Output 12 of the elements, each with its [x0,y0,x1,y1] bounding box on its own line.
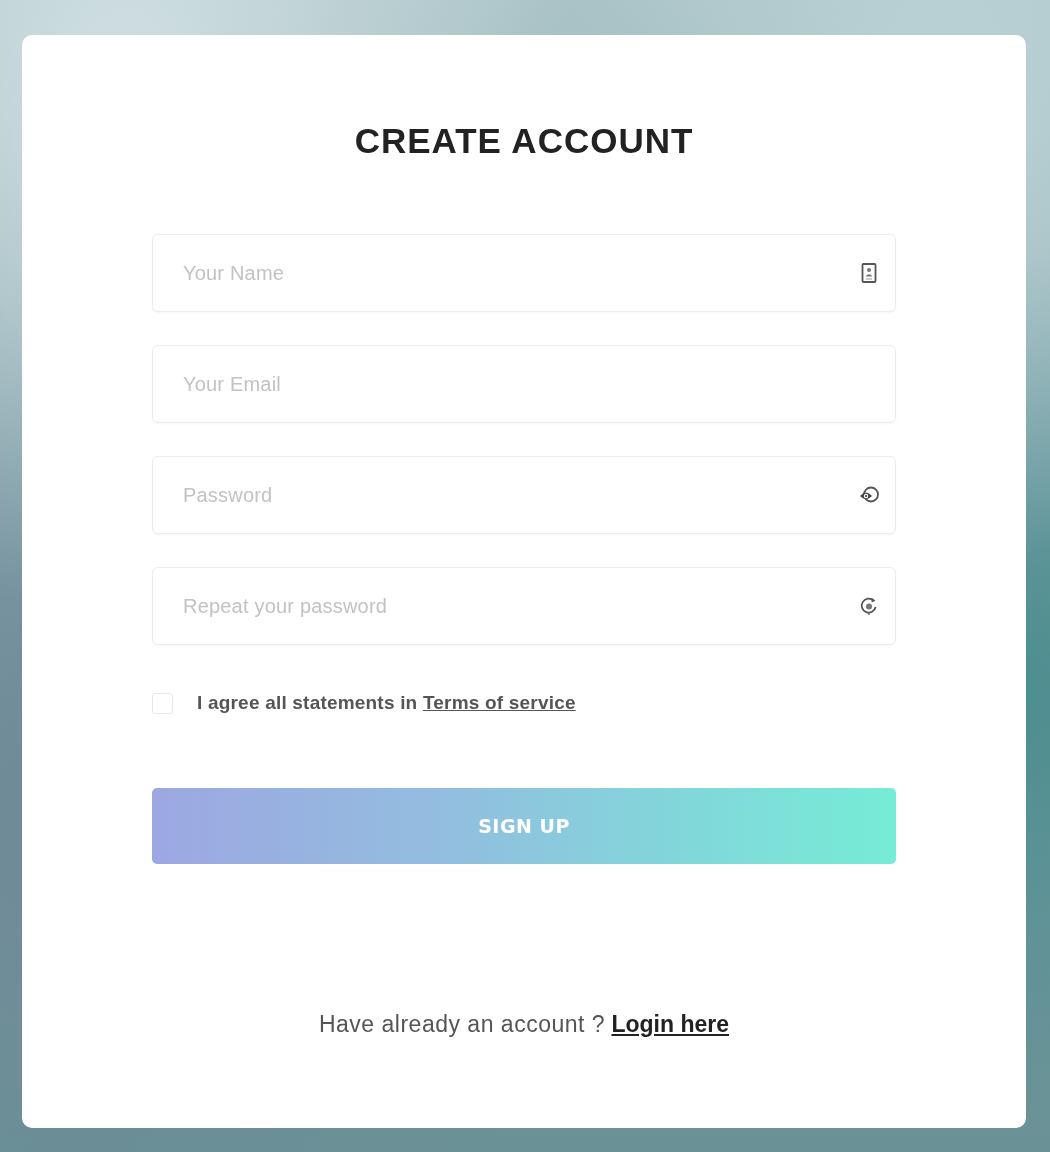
name-input-field[interactable]: Your Name [152,234,896,312]
eye-icon [859,485,879,505]
repeat-password-input-field[interactable]: Repeat your password [152,567,896,645]
login-link[interactable]: Login here [611,1011,730,1037]
circular-arrow-icon [859,596,879,616]
email-input-field[interactable]: Your Email [152,345,896,423]
terms-of-service-link[interactable]: Terms of service [422,692,576,713]
contact-card-icon [859,263,879,283]
agreement-text: I agree all statements in Terms of service [197,692,576,714]
account-prompt-text: Have already an account ? [318,1011,606,1037]
form-title: CREATE ACCOUNT [354,121,694,161]
password-input-field[interactable]: Password [152,456,896,534]
